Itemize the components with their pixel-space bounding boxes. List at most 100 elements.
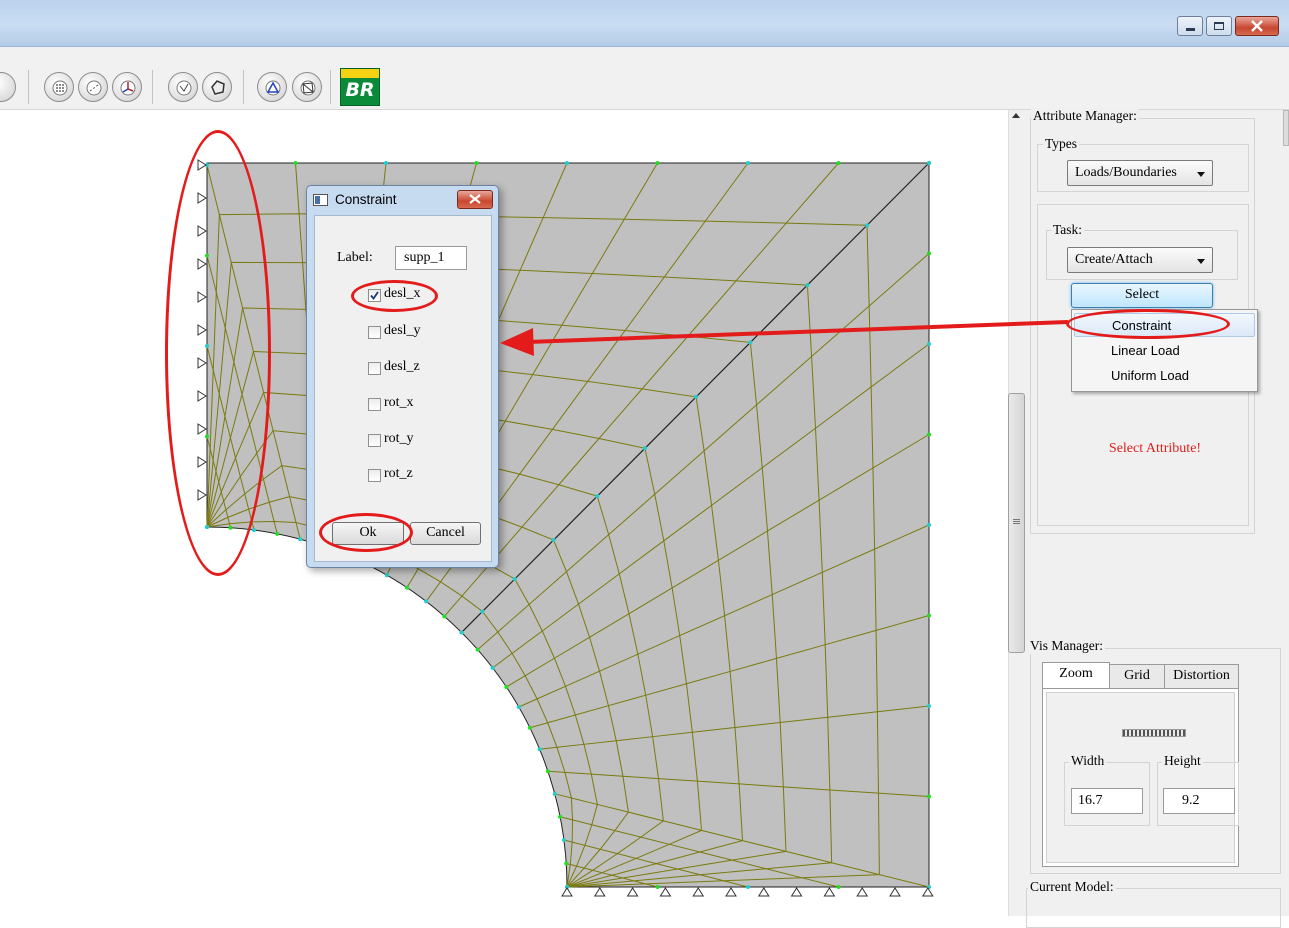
support-triangle-icon xyxy=(197,390,207,402)
tab-zoom[interactable]: Zoom xyxy=(1042,662,1110,689)
mesh-node xyxy=(516,705,521,709)
cancel-button[interactable]: Cancel xyxy=(410,522,481,545)
support-triangle-icon xyxy=(197,423,207,435)
mesh-node xyxy=(694,394,699,399)
support-triangle-icon xyxy=(197,225,207,237)
mesh-node xyxy=(384,161,388,165)
quad-mesh-icon xyxy=(300,80,316,96)
mesh-node xyxy=(927,342,931,346)
mesh-node xyxy=(275,531,280,536)
label-field[interactable]: supp_1 xyxy=(395,246,467,270)
task-label: Task: xyxy=(1051,222,1085,238)
snap-button[interactable] xyxy=(78,72,108,102)
axes-button[interactable] xyxy=(112,72,142,102)
polyline-button[interactable] xyxy=(168,72,198,102)
polyline-icon xyxy=(176,80,192,96)
scroll-up-arrow-icon[interactable] xyxy=(1012,113,1020,118)
checkbox-label: desl_x xyxy=(384,286,421,301)
checkbox-label: desl_y xyxy=(384,323,421,338)
support-triangle-icon xyxy=(692,887,705,897)
menu-item-linear-load[interactable]: Linear Load xyxy=(1074,339,1255,363)
maximize-button[interactable] xyxy=(1206,16,1232,36)
width-field[interactable]: 16.7 xyxy=(1071,788,1143,814)
support-triangle-icon xyxy=(790,887,803,897)
support-triangle-icon xyxy=(593,887,606,897)
mesh-node xyxy=(865,223,870,228)
mesh-node xyxy=(746,885,750,889)
mesh-node xyxy=(558,814,563,819)
checkbox-label: rot_z xyxy=(384,466,413,481)
mesh-triangle-button[interactable] xyxy=(257,72,287,102)
mesh-node xyxy=(565,161,569,165)
types-dropdown[interactable]: Loads/Boundaries xyxy=(1067,160,1213,186)
snap-icon xyxy=(86,80,102,96)
chevron-down-icon xyxy=(1197,172,1205,177)
select-attribute-message: Select Attribute! xyxy=(1108,441,1202,456)
checkbox-label: desl_z xyxy=(384,359,420,374)
width-label: Width xyxy=(1069,753,1107,769)
toolbar-separator xyxy=(243,70,244,104)
label-caption: Label: xyxy=(337,250,373,265)
tab-distortion[interactable]: Distortion xyxy=(1164,664,1239,688)
mesh-node xyxy=(746,161,750,165)
task-dropdown-value: Create/Attach xyxy=(1075,252,1153,267)
toolbar-separator xyxy=(28,70,29,104)
mesh-node xyxy=(442,614,447,619)
checkbox-rot-z[interactable] xyxy=(368,469,381,482)
mesh-node xyxy=(595,494,600,499)
scrollbar-thumb[interactable] xyxy=(1008,393,1025,653)
close-button[interactable] xyxy=(1235,16,1279,36)
zoom-slider[interactable] xyxy=(1122,729,1186,737)
checkbox-rot-y[interactable] xyxy=(368,434,381,447)
minimize-button[interactable] xyxy=(1177,16,1203,36)
mesh-node xyxy=(805,283,810,288)
grid-dots-button[interactable] xyxy=(44,72,74,102)
mesh-node xyxy=(836,161,841,165)
height-field[interactable]: 9.2 xyxy=(1163,788,1235,814)
maximize-icon xyxy=(1214,22,1224,30)
ok-button[interactable]: Ok xyxy=(332,522,404,545)
select-button[interactable]: Select xyxy=(1071,283,1213,308)
dialog-app-icon xyxy=(313,194,328,206)
menu-item-constraint[interactable]: Constraint xyxy=(1074,313,1255,337)
checkbox-desl-x[interactable] xyxy=(368,289,381,302)
mesh-quad-button[interactable] xyxy=(292,72,322,102)
support-triangle-icon xyxy=(197,159,207,171)
mesh-node xyxy=(205,434,209,439)
tab-grid[interactable]: Grid xyxy=(1109,664,1165,688)
checkbox-desl-z[interactable] xyxy=(368,362,381,375)
toolbar-separator xyxy=(330,70,331,104)
mesh-node xyxy=(748,340,753,345)
mesh-node xyxy=(459,630,464,635)
panel-scroll-thumb[interactable] xyxy=(1283,110,1289,146)
attribute-manager-title: Attribute Manager: xyxy=(1031,108,1139,124)
support-triangle-icon xyxy=(197,324,207,336)
mesh-node xyxy=(642,446,647,451)
checkbox-rot-x[interactable] xyxy=(368,398,381,411)
mesh-node xyxy=(545,769,550,774)
polygon-icon xyxy=(211,80,225,95)
support-triangle-icon xyxy=(921,887,934,897)
close-icon xyxy=(1251,20,1263,32)
br-logo: BR xyxy=(340,68,380,106)
mesh-node xyxy=(475,647,480,652)
mesh-node xyxy=(537,747,542,752)
checkbox-label: rot_x xyxy=(384,395,414,410)
support-triangle-icon xyxy=(197,258,207,270)
mesh-node xyxy=(927,613,931,618)
menu-item-uniform-load[interactable]: Uniform Load xyxy=(1074,364,1255,388)
mesh-node xyxy=(527,725,532,730)
mesh-node xyxy=(385,573,389,578)
drawing-canvas[interactable] xyxy=(0,110,1006,916)
checkbox-desl-y[interactable] xyxy=(368,326,381,339)
dialog-close-button[interactable] xyxy=(457,190,493,209)
mesh-node xyxy=(405,585,410,590)
axes-icon xyxy=(120,80,136,96)
height-label: Height xyxy=(1162,753,1203,769)
mesh-node xyxy=(228,525,233,530)
support-triangle-icon xyxy=(626,887,639,897)
mesh-node xyxy=(927,704,931,708)
polygon-button[interactable] xyxy=(202,72,232,102)
dialog-title: Constraint xyxy=(335,192,397,207)
task-dropdown[interactable]: Create/Attach xyxy=(1067,247,1213,273)
